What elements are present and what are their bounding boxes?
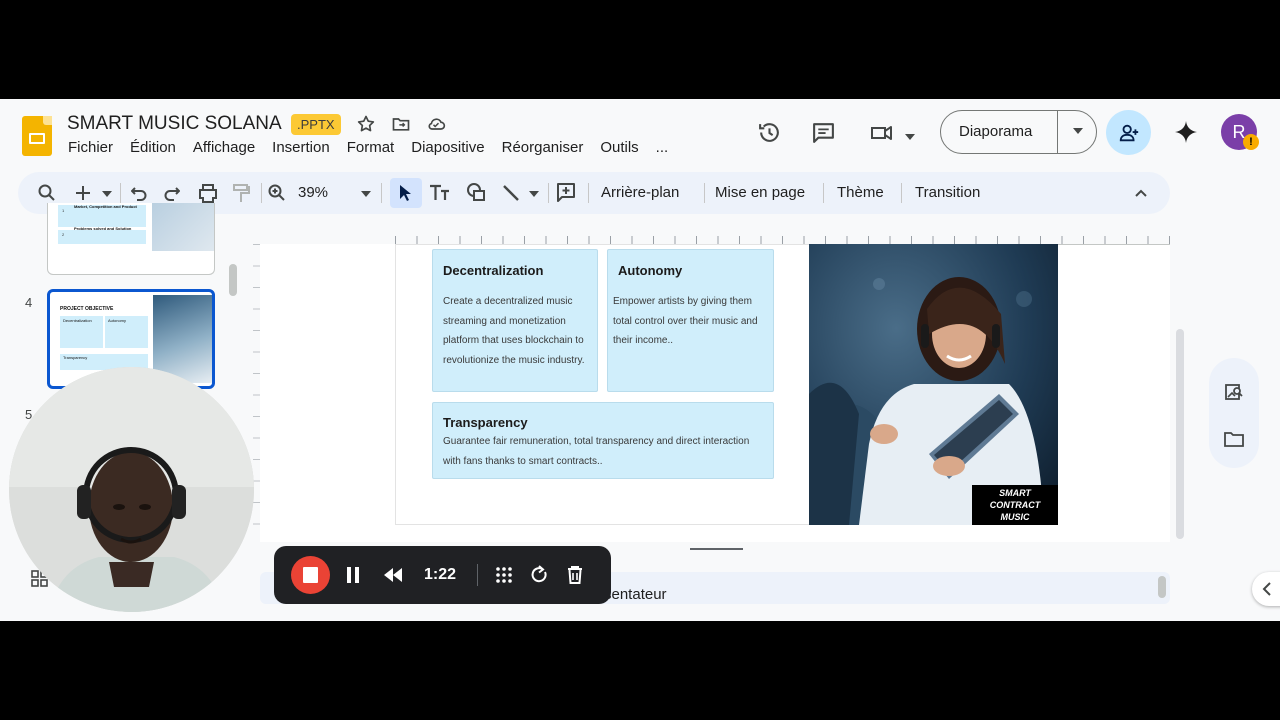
account-alert-icon: ! [1243,134,1259,150]
select-tool-button[interactable] [390,178,422,208]
add-person-icon [1119,124,1139,142]
photo-caption: SMART CONTRACT MUSIC [972,485,1058,525]
rewind-icon[interactable] [382,564,404,592]
delete-trash-icon[interactable] [566,564,584,592]
header: SMART MUSIC SOLANA .PPTX Fichier Édition… [0,99,1280,171]
recording-controls: 1:22 [274,546,611,604]
drag-handle-icon[interactable] [494,564,514,592]
version-history-icon[interactable] [757,120,782,150]
restart-icon[interactable] [530,564,550,592]
card-decentralization[interactable]: Decentralization Create a decentralized … [432,249,598,392]
thumb4-card3: Transparency [63,355,88,360]
menu-file[interactable]: Fichier [68,139,113,156]
card-body: Empower artists by giving them total con… [613,296,758,347]
pause-icon[interactable] [346,564,360,592]
menu-tools[interactable]: Outils [600,139,638,156]
add-comment-icon[interactable] [556,172,576,214]
thumb3-row1-number: 1 [62,208,65,213]
meet-dropdown-icon[interactable] [905,128,915,146]
present-label: Diaporama [959,123,1033,140]
thumb4-title: PROJECT OBJECTIVE [60,306,114,312]
layout-button[interactable]: Mise en page [715,172,805,214]
webcam-bubble[interactable] [9,367,254,612]
folder-icon[interactable] [1224,430,1244,453]
side-panel [1209,358,1259,468]
card-title: Decentralization [443,263,544,278]
thumb4-card1: Decentralization [63,318,92,323]
slide-number-4: 4 [25,295,33,310]
card-autonomy[interactable]: Autonomy Empower artists by giving them … [607,249,774,392]
thumb3-row2-number: 2 [62,232,65,237]
recording-timer: 1:22 [424,566,457,583]
thumb3-row1-title: Market, Competition and Product [74,204,137,209]
menu-view[interactable]: Affichage [193,139,255,156]
document-title[interactable]: SMART MUSIC SOLANA [67,113,282,135]
share-button[interactable] [1106,110,1151,155]
zoom-icon[interactable] [268,172,286,214]
menu-more[interactable]: ... [656,139,669,156]
slide-thumbnail-3[interactable]: 1 Market, Competition and Product 2 Prob… [47,203,215,275]
star-icon[interactable] [355,114,377,136]
menu-slide[interactable]: Diapositive [411,139,484,156]
menu-format[interactable]: Format [347,139,395,156]
meet-camera-icon[interactable] [869,121,895,150]
thumb3-image [152,203,214,251]
background-button[interactable]: Arrière-plan [601,172,679,214]
presenter-video [9,367,254,612]
zoom-value[interactable]: 39% [298,172,328,214]
transition-button[interactable]: Transition [915,172,980,214]
thumb4-card2: Autonomy [108,318,127,323]
comments-icon[interactable] [811,120,836,150]
card-title: Transparency [443,415,528,430]
theme-button[interactable]: Thème [837,172,884,214]
thumb3-row2-title: Problems solved and Solution [74,226,132,231]
menu-insert[interactable]: Insertion [272,139,330,156]
notes-resize-handle[interactable] [690,548,743,550]
menu-arrange[interactable]: Réorganiser [502,139,584,156]
line-dropdown-icon[interactable] [529,172,539,214]
stop-recording-button[interactable] [291,556,330,594]
file-format-badge: .PPTX [291,114,341,135]
card-transparency[interactable]: Transparency Guarantee fair remuneration… [432,402,774,479]
chevron-left-icon [1262,582,1271,596]
gemini-sparkle-icon[interactable] [1174,120,1198,149]
text-box-icon[interactable] [429,172,451,214]
line-tool-icon[interactable] [502,172,520,214]
vertical-ruler[interactable] [253,244,260,542]
menu-edit[interactable]: Édition [130,139,176,156]
present-options-chevron-icon[interactable] [1073,128,1083,134]
zoom-dropdown-icon[interactable] [361,172,371,214]
present-button[interactable]: Diaporama [940,110,1097,154]
slide-photo[interactable]: SMART CONTRACT MUSIC [809,244,1058,525]
card-title: Autonomy [618,263,683,278]
image-search-icon[interactable] [1224,382,1244,407]
card-body: Create a decentralized music streaming a… [443,296,585,366]
woman-with-tablet-image [809,244,1058,525]
thumb4-image [153,295,212,383]
slides-logo-icon[interactable] [22,116,52,156]
side-panel-collapse-button[interactable] [1252,572,1280,606]
menu-bar: Fichier Édition Affichage Insertion Form… [68,139,685,156]
speaker-notes-label[interactable]: sentateur [604,586,667,603]
move-folder-icon[interactable] [390,114,412,136]
canvas-scrollbar[interactable] [1176,329,1184,539]
collapse-toolbar-chevron-icon[interactable] [1134,172,1148,214]
cloud-status-icon[interactable] [425,114,447,136]
filmstrip-scrollbar[interactable] [229,264,237,296]
cursor-arrow-icon [400,185,411,201]
shape-icon[interactable] [466,172,486,214]
paint-format-icon[interactable] [232,172,250,214]
notes-scrollbar[interactable] [1158,576,1166,598]
card-body: Guarantee fair remuneration, total trans… [443,436,750,467]
